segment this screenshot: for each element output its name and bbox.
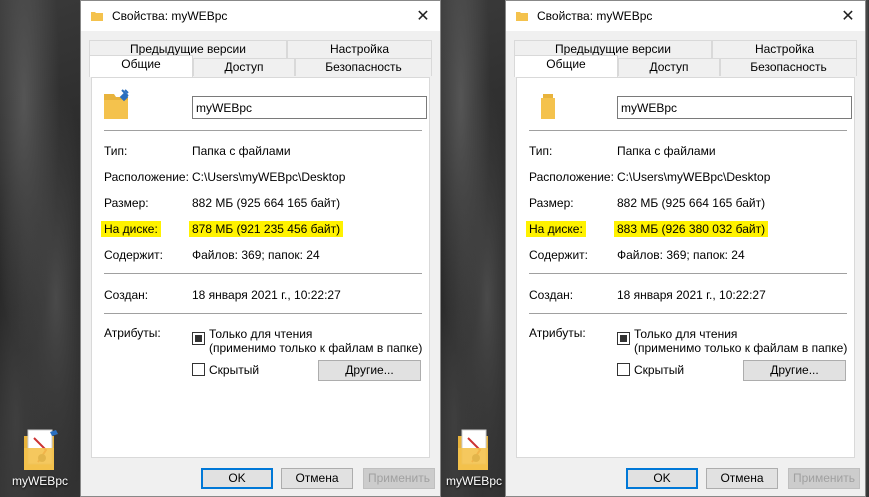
window-title: Свойства: myWEBpc (537, 9, 653, 23)
size-label: Размер: (104, 196, 149, 210)
tab-security[interactable]: Безопасность (720, 58, 857, 76)
close-icon: ✕ (416, 8, 430, 25)
created-value: 18 января 2021 г., 10:22:27 (192, 288, 341, 302)
size-value: 882 МБ (925 664 165 байт) (192, 196, 341, 210)
title-bar[interactable]: Свойства: myWEBpc ✕ (506, 1, 865, 31)
tab-sharing[interactable]: Доступ (193, 58, 295, 76)
advanced-button[interactable]: Другие... (318, 360, 421, 381)
tab-general[interactable]: Общие (514, 55, 618, 77)
general-panel: Тип: Папка с файлами Расположение: C:\Us… (91, 77, 430, 458)
readonly-label: Только для чтения (634, 327, 738, 341)
tab-customize[interactable]: Настройка (287, 40, 432, 58)
apply-button[interactable]: Применить (788, 468, 860, 489)
divider (529, 273, 847, 274)
divider (104, 130, 422, 131)
tab-customize[interactable]: Настройка (712, 40, 857, 58)
hidden-label: Скрытый (209, 363, 260, 377)
tab-security[interactable]: Безопасность (295, 58, 432, 76)
tab-strip: Предыдущие версии Настройка Общие Доступ… (506, 40, 865, 77)
size-on-disk-label: На диске: (526, 221, 586, 237)
desktop-icon-label: myWEBpc (445, 474, 502, 488)
tab-strip: Предыдущие версии Настройка Общие Доступ… (81, 40, 440, 77)
contains-value: Файлов: 369; папок: 24 (192, 248, 320, 262)
readonly-label: Только для чтения (209, 327, 313, 341)
attributes-label: Атрибуты: (529, 326, 586, 340)
divider (529, 130, 847, 131)
readonly-sublabel: (применимо только к файлам в папке) (634, 341, 848, 355)
size-on-disk-label: На диске: (101, 221, 161, 237)
advanced-button[interactable]: Другие... (743, 360, 846, 381)
divider (104, 273, 422, 274)
readonly-sublabel: (применимо только к файлам в папке) (209, 341, 423, 355)
folder-icon (91, 12, 103, 21)
attributes-label: Атрибуты: (104, 326, 161, 340)
title-bar[interactable]: Свойства: myWEBpc ✕ (81, 1, 440, 31)
close-button[interactable]: ✕ (406, 1, 440, 31)
window-title: Свойства: myWEBpc (112, 9, 228, 23)
close-icon: ✕ (841, 8, 855, 25)
ok-button[interactable]: OK (626, 468, 698, 489)
location-value: C:\Users\myWEBpc\Desktop (192, 170, 346, 184)
created-label: Создан: (529, 288, 574, 302)
hidden-checkbox[interactable] (617, 363, 630, 376)
location-value: C:\Users\myWEBpc\Desktop (617, 170, 771, 184)
properties-dialog-right: Свойства: myWEBpc ✕ Предыдущие версии На… (505, 0, 866, 497)
tab-general[interactable]: Общие (89, 55, 193, 77)
folder-compressed-icon (104, 89, 129, 119)
type-value: Папка с файлами (192, 144, 291, 158)
cancel-button[interactable]: Отмена (706, 468, 778, 489)
type-label: Тип: (529, 144, 553, 158)
folder-icon (541, 94, 555, 119)
folder-compressed-icon (458, 429, 488, 470)
location-label: Расположение: (529, 170, 614, 184)
type-label: Тип: (104, 144, 128, 158)
desktop-folder-left[interactable]: myWEBpc (7, 428, 73, 488)
contains-value: Файлов: 369; папок: 24 (617, 248, 745, 262)
size-label: Размер: (529, 196, 574, 210)
cancel-button[interactable]: Отмена (281, 468, 353, 489)
readonly-checkbox[interactable] (617, 332, 630, 345)
readonly-checkbox[interactable] (192, 332, 205, 345)
contains-label: Содержит: (529, 248, 588, 262)
contains-label: Содержит: (104, 248, 163, 262)
type-value: Папка с файлами (617, 144, 716, 158)
properties-dialog-left: Свойства: myWEBpc ✕ Предыдущие версии На… (80, 0, 441, 497)
hidden-label: Скрытый (634, 363, 685, 377)
desktop-icon-label: myWEBpc (11, 474, 68, 488)
folder-icon (516, 12, 528, 21)
folder-name-input[interactable] (192, 96, 427, 119)
created-label: Создан: (104, 288, 149, 302)
size-on-disk-value: 883 МБ (926 380 032 байт) (614, 221, 769, 237)
size-value: 882 МБ (925 664 165 байт) (617, 196, 766, 210)
divider (104, 313, 422, 314)
hidden-checkbox[interactable] (192, 363, 205, 376)
size-on-disk-value: 878 МБ (921 235 456 байт) (189, 221, 344, 237)
divider (529, 313, 847, 314)
tab-sharing[interactable]: Доступ (618, 58, 720, 76)
location-label: Расположение: (104, 170, 189, 184)
created-value: 18 января 2021 г., 10:22:27 (617, 288, 766, 302)
folder-compressed-icon (24, 429, 58, 470)
general-panel: Тип: Папка с файлами Расположение: C:\Us… (516, 77, 855, 458)
ok-button[interactable]: OK (201, 468, 273, 489)
desktop-background-middle (441, 0, 507, 497)
close-button[interactable]: ✕ (831, 1, 865, 31)
apply-button[interactable]: Применить (363, 468, 435, 489)
desktop-folder-right[interactable]: myWEBpc (441, 428, 507, 488)
desktop-background-left (0, 0, 80, 497)
folder-name-input[interactable] (617, 96, 852, 119)
